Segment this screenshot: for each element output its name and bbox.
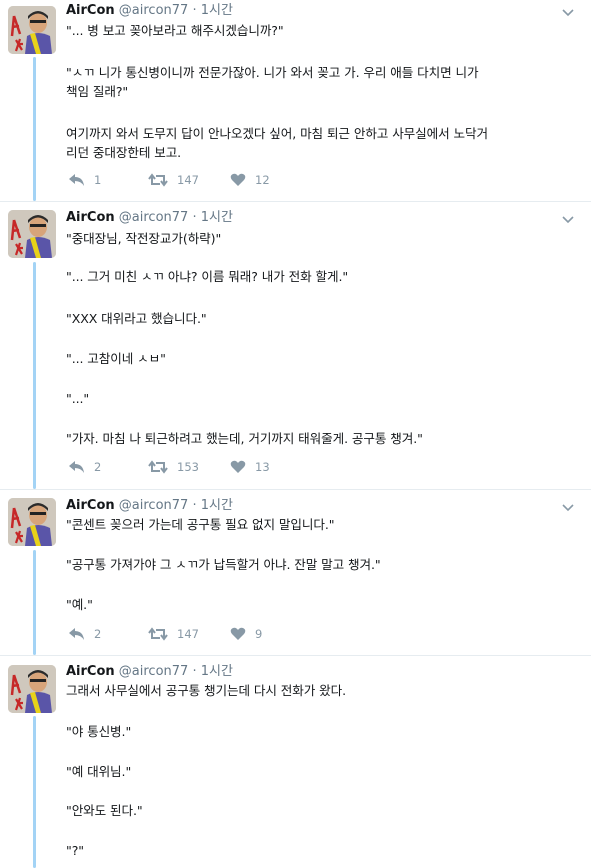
retweet-icon bbox=[148, 173, 168, 187]
reply-icon bbox=[69, 174, 84, 186]
tweet-text: "공구통 가져가야 그 ㅅㄲ가 납득할거 아냐. 잔말 말고 챙겨." bbox=[66, 557, 381, 572]
reply-icon bbox=[69, 461, 84, 473]
reply-count: 1 bbox=[94, 173, 102, 187]
retweet-count: 147 bbox=[177, 627, 199, 641]
tweet-actions: 2 153 13 bbox=[66, 458, 366, 476]
tweet-text: "콘센트 꽂으러 가는데 공구통 필요 없지 말입니다." bbox=[66, 517, 335, 532]
retweet-button[interactable]: 147 bbox=[148, 625, 199, 643]
retweet-button[interactable]: 147 bbox=[148, 171, 199, 189]
author-handle[interactable]: @aircon77 bbox=[119, 210, 189, 225]
chevron-down-icon[interactable] bbox=[561, 4, 575, 18]
tweet-text: "... 그거 미친 ㅅㄲ 아냐? 이름 뭐래? 내가 전화 할게." bbox=[66, 269, 349, 284]
like-count: 12 bbox=[255, 173, 270, 187]
reply-button[interactable]: 2 bbox=[68, 458, 101, 476]
avatar-image bbox=[8, 665, 56, 713]
avatar-image bbox=[8, 210, 56, 258]
avatar[interactable] bbox=[8, 665, 56, 713]
like-icon bbox=[230, 627, 246, 640]
like-icon bbox=[230, 460, 246, 473]
like-button[interactable]: 9 bbox=[230, 625, 262, 643]
tweet[interactable]: AirCon @aircon77 · 1시간 그래서 사무실에서 공구통 챙기는… bbox=[0, 656, 591, 868]
tweet-text: "예." bbox=[66, 597, 93, 612]
reply-count: 2 bbox=[94, 460, 102, 474]
author-name[interactable]: AirCon bbox=[66, 3, 115, 18]
avatar[interactable] bbox=[8, 6, 56, 54]
separator: · bbox=[192, 498, 197, 513]
reply-button[interactable]: 2 bbox=[68, 625, 101, 643]
tweet-header: AirCon @aircon77 · 1시간 bbox=[66, 2, 233, 20]
tweet[interactable]: AirCon @aircon77 · 1시간 "... 병 보고 꽂아보라고 해… bbox=[0, 0, 591, 201]
like-count: 9 bbox=[255, 627, 263, 641]
avatar[interactable] bbox=[8, 210, 56, 258]
retweet-button[interactable]: 153 bbox=[148, 458, 199, 476]
thread-line bbox=[33, 550, 36, 655]
tweet-text: "안와도 된다." bbox=[66, 803, 143, 818]
like-count: 13 bbox=[255, 460, 270, 474]
separator: · bbox=[192, 3, 197, 18]
separator: · bbox=[192, 210, 197, 225]
like-button[interactable]: 13 bbox=[230, 458, 270, 476]
timestamp[interactable]: 1시간 bbox=[201, 210, 233, 225]
tweet-text: "야 통신병." bbox=[66, 724, 132, 739]
thread-line bbox=[33, 262, 36, 489]
chevron-down-icon[interactable] bbox=[561, 211, 575, 225]
tweet[interactable]: AirCon @aircon77 · 1시간 "중대장님, 작전장교가(하략)"… bbox=[0, 202, 591, 489]
timestamp[interactable]: 1시간 bbox=[201, 664, 233, 679]
thread-line bbox=[33, 57, 36, 201]
author-handle[interactable]: @aircon77 bbox=[119, 3, 189, 18]
chevron-down-icon[interactable] bbox=[561, 499, 575, 513]
timestamp[interactable]: 1시간 bbox=[201, 498, 233, 513]
tweet-actions: 2 147 9 bbox=[66, 625, 366, 643]
tweet-text: 그래서 사무실에서 공구통 챙기는데 다시 전화가 왔다. bbox=[66, 683, 347, 698]
tweet-text: "..." bbox=[66, 391, 90, 406]
avatar[interactable] bbox=[8, 498, 56, 546]
thread-line bbox=[33, 716, 36, 868]
like-button[interactable]: 12 bbox=[230, 171, 270, 189]
retweet-count: 153 bbox=[177, 460, 199, 474]
reply-button[interactable]: 1 bbox=[68, 171, 101, 189]
tweet-text: "가자. 마침 나 퇴근하려고 했는데, 거기까지 태워줄게. 공구통 챙겨." bbox=[66, 431, 423, 446]
tweet-text: "... 병 보고 꽂아보라고 해주시겠습니까?" bbox=[66, 23, 284, 38]
author-name[interactable]: AirCon bbox=[66, 498, 115, 513]
reply-icon bbox=[69, 628, 84, 640]
retweet-icon bbox=[148, 627, 168, 641]
timestamp[interactable]: 1시간 bbox=[201, 3, 233, 18]
tweet-header: AirCon @aircon77 · 1시간 bbox=[66, 209, 233, 227]
retweet-icon bbox=[148, 460, 168, 474]
tweet-text: "예 대위님." bbox=[66, 764, 132, 779]
retweet-count: 147 bbox=[177, 173, 199, 187]
tweet-text: "XXX 대위라고 했습니다." bbox=[66, 311, 207, 326]
tweet-text: "... 고참이네 ㅅㅂ" bbox=[66, 351, 166, 366]
tweet-header: AirCon @aircon77 · 1시간 bbox=[66, 663, 233, 681]
avatar-image bbox=[8, 6, 56, 54]
separator: · bbox=[192, 664, 197, 679]
author-handle[interactable]: @aircon77 bbox=[119, 664, 189, 679]
avatar-image bbox=[8, 498, 56, 546]
tweet[interactable]: AirCon @aircon77 · 1시간 "콘센트 꽂으러 가는데 공구통 … bbox=[0, 490, 591, 655]
tweet-actions: 1 147 12 bbox=[66, 171, 366, 189]
author-handle[interactable]: @aircon77 bbox=[119, 498, 189, 513]
reply-count: 2 bbox=[94, 627, 102, 641]
like-icon bbox=[230, 173, 246, 186]
tweet-text: "?" bbox=[66, 843, 84, 858]
author-name[interactable]: AirCon bbox=[66, 664, 115, 679]
tweet-text: "ㅅㄲ 니가 통신병이니까 전문가잖아. 니가 와서 꽂고 가. 우리 애들 다… bbox=[66, 65, 479, 99]
tweet-text: 여기까지 와서 도무지 답이 안나오겠다 싶어, 마침 퇴근 안하고 사무실에서… bbox=[66, 126, 488, 160]
tweet-text: "중대장님, 작전장교가(하략)" bbox=[66, 231, 222, 246]
author-name[interactable]: AirCon bbox=[66, 210, 115, 225]
tweet-header: AirCon @aircon77 · 1시간 bbox=[66, 497, 233, 515]
